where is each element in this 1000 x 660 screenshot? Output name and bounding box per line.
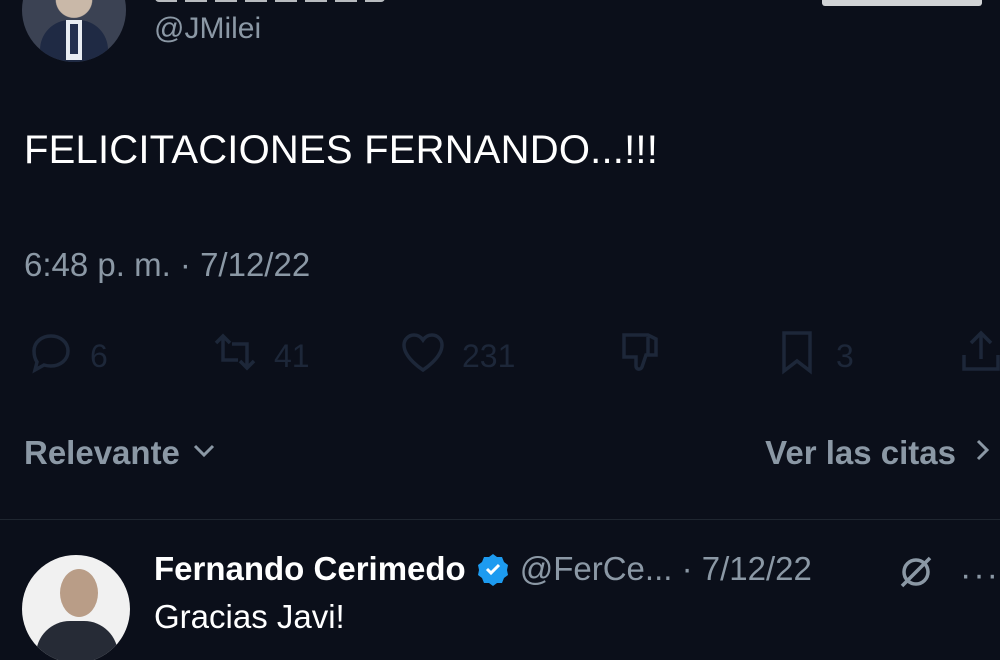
reply-handle-date[interactable]: @FerCe... · 7/12/22 — [520, 550, 812, 588]
bookmark-icon — [770, 325, 824, 387]
share-button[interactable] — [954, 326, 1000, 386]
thumbs-down-icon — [612, 325, 666, 387]
author-name-cropped — [155, 0, 385, 2]
retweet-count: 41 — [274, 337, 310, 374]
tweet-action-bar: 6 41 231 3 — [0, 326, 1000, 386]
reply-icon — [24, 325, 78, 387]
chevron-down-icon — [190, 434, 218, 472]
replies-sort-row: Relevante Ver las citas — [0, 434, 1000, 482]
retweet-icon — [208, 325, 262, 387]
bookmark-count: 3 — [836, 337, 854, 374]
tweet-timestamp[interactable]: 6:48 p. m. · 7/12/22 — [24, 246, 310, 284]
reply-text: Gracias Javi! — [154, 598, 345, 635]
heart-icon — [396, 325, 450, 387]
view-quotes-link[interactable]: Ver las citas — [765, 434, 996, 472]
relevance-label: Relevante — [24, 434, 180, 471]
dislike-button[interactable] — [612, 326, 666, 386]
tweet-text: FELICITACIONES FERNANDO...!!! — [24, 128, 659, 172]
like-button[interactable]: 231 — [396, 326, 515, 386]
more-options-icon[interactable]: ··· — [960, 556, 1000, 595]
share-icon — [954, 325, 1000, 387]
author-handle[interactable]: @JMilei — [154, 12, 261, 46]
x-com-watermark-cropped — [822, 0, 982, 6]
retweet-button[interactable]: 41 — [208, 326, 310, 386]
grok-icon[interactable] — [896, 552, 936, 592]
relevance-sort-dropdown[interactable]: Relevante — [24, 434, 218, 472]
verified-badge-icon — [477, 554, 508, 586]
reply-header: Fernando Cerimedo @FerCe... · 7/12/22 — [154, 546, 812, 592]
reply-author-name[interactable]: Fernando Cerimedo — [154, 550, 466, 588]
divider — [0, 519, 1000, 520]
bookmark-button[interactable]: 3 — [770, 326, 854, 386]
chevron-right-icon — [968, 434, 996, 472]
reply-button[interactable]: 6 — [24, 326, 108, 386]
reply-author-avatar[interactable] — [22, 555, 130, 660]
reply-count: 6 — [90, 337, 108, 374]
author-avatar[interactable] — [22, 0, 126, 62]
tweet-thread-page: @JMilei FELICITACIONES FERNANDO...!!! 6:… — [0, 0, 1000, 660]
view-quotes-label: Ver las citas — [765, 434, 956, 471]
like-count: 231 — [462, 337, 516, 374]
